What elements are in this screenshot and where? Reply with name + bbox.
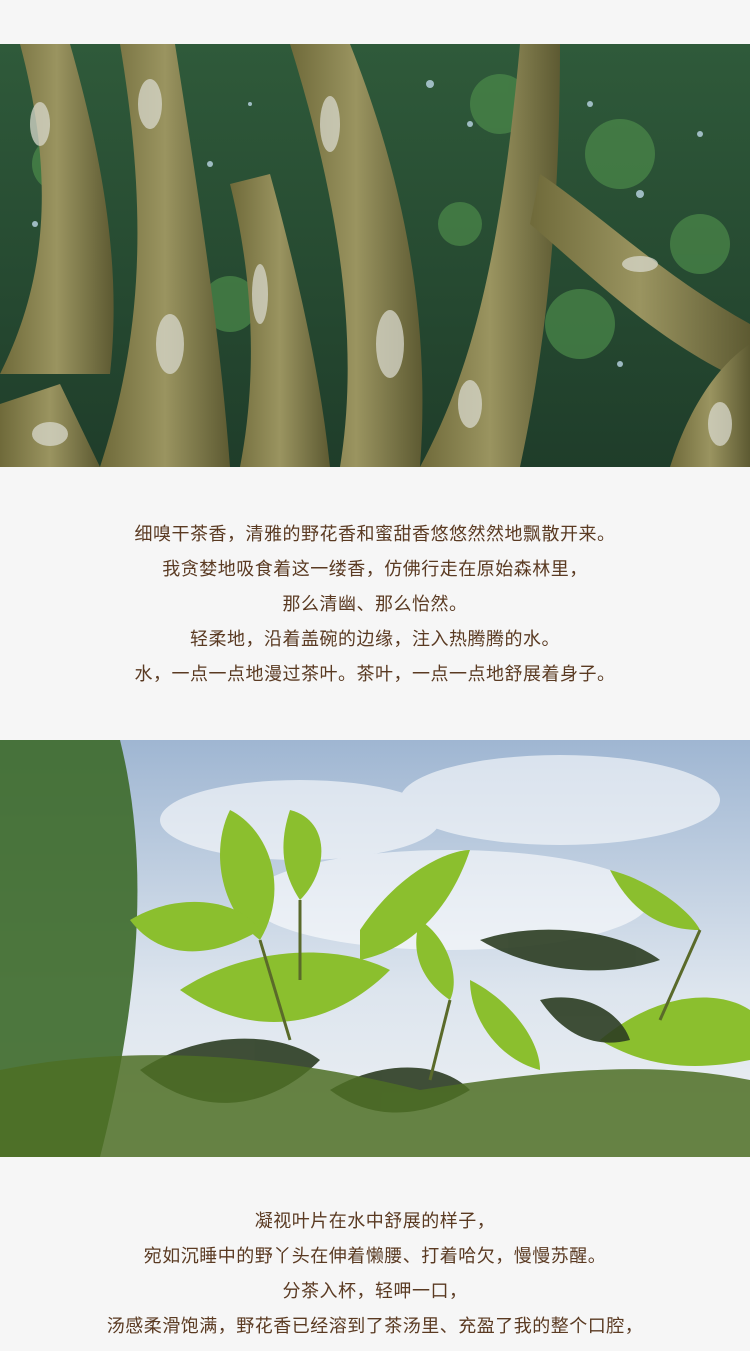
- description-line: 宛如沉睡中的野丫头在伸着懒腰、打着哈欠，慢慢苏醒。: [143, 1246, 607, 1267]
- tea-leaves-sky-photo: [0, 740, 750, 1157]
- description-line: 我贪婪地吸食着这一缕香，仿佛行走在原始森林里，: [162, 559, 588, 580]
- description-line: 凝视叶片在水中舒展的样子，: [254, 1211, 496, 1232]
- description-line: 那么清幽、那么怡然。: [282, 594, 468, 615]
- description-line: 轻柔地，沿着盖碗的边缘，注入热腾腾的水。: [190, 629, 560, 650]
- ancient-tea-tree-photo: [0, 44, 750, 467]
- description-line: 水，一点一点地漫过茶叶。茶叶，一点一点地舒展着身子。: [134, 664, 616, 685]
- tea-description-paragraph-1: 细嗅干茶香，清雅的野花香和蜜甜香悠悠然然地飘散开来。 我贪婪地吸食着这一缕香，仿…: [0, 517, 750, 692]
- description-line: 细嗅干茶香，清雅的野花香和蜜甜香悠悠然然地飘散开来。: [134, 524, 616, 545]
- product-detail-page: 细嗅干茶香，清雅的野花香和蜜甜香悠悠然然地飘散开来。 我贪婪地吸食着这一缕香，仿…: [0, 0, 750, 1351]
- tea-description-paragraph-2: 凝视叶片在水中舒展的样子， 宛如沉睡中的野丫头在伸着懒腰、打着哈欠，慢慢苏醒。 …: [0, 1204, 750, 1344]
- description-line: 分茶入杯，轻呷一口，: [282, 1281, 468, 1302]
- description-line: 汤感柔滑饱满，野花香已经溶到了茶汤里、充盈了我的整个口腔，: [106, 1316, 644, 1337]
